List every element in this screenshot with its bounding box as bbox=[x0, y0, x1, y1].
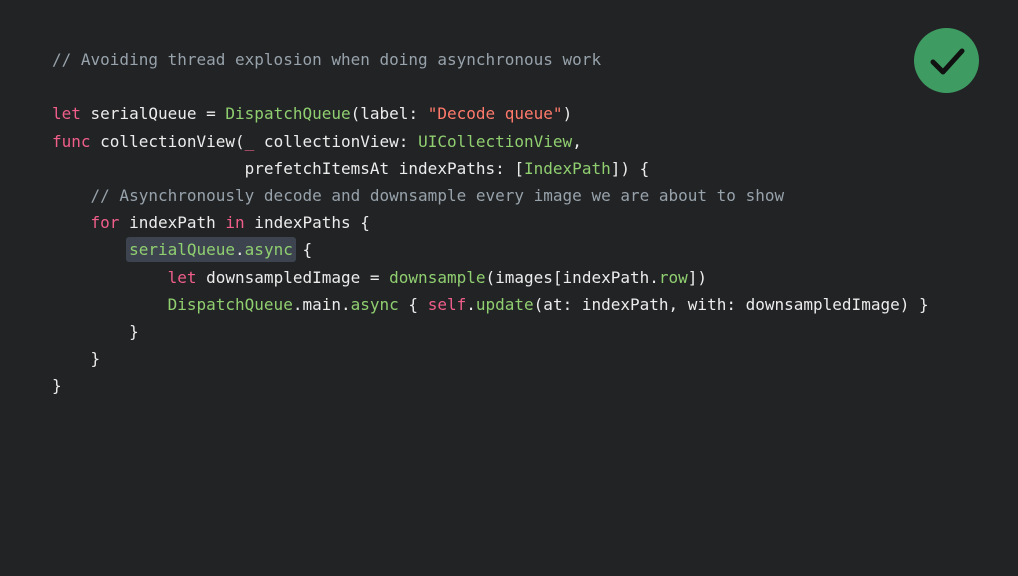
function-call: update bbox=[475, 294, 534, 314]
arguments: (at: indexPath, with: downsampledImage) … bbox=[533, 294, 929, 314]
dot: . bbox=[466, 294, 476, 314]
code-line-7: for indexPath in indexPaths { bbox=[52, 209, 929, 236]
queue-reference: serialQueue bbox=[129, 240, 236, 260]
code-line-12: } bbox=[52, 345, 929, 372]
highlighted-expression: serialQueue.async bbox=[129, 240, 293, 260]
code-line-11: } bbox=[52, 318, 929, 345]
code-line-13: } bbox=[52, 372, 929, 399]
code-line-3: let serialQueue = DispatchQueue(label: "… bbox=[52, 100, 929, 127]
close-paren: ) bbox=[562, 104, 573, 124]
method-async: async bbox=[244, 240, 293, 260]
main-property: .main. bbox=[292, 294, 351, 314]
keyword-in: in bbox=[225, 213, 245, 233]
keyword-self: self bbox=[427, 294, 467, 314]
close-brace: } bbox=[52, 376, 62, 396]
argument-label: (label: bbox=[350, 104, 428, 124]
keyword-func: func bbox=[52, 131, 91, 151]
property: row bbox=[658, 267, 688, 287]
code-line-8: serialQueue.async { bbox=[52, 236, 929, 263]
arguments: (images[indexPath. bbox=[485, 267, 659, 287]
keyword-let: let bbox=[167, 267, 197, 287]
variable-declaration: downsampledImage = bbox=[196, 267, 390, 287]
type-name: DispatchQueue bbox=[225, 104, 351, 124]
type-name: DispatchQueue bbox=[167, 294, 293, 314]
underscore-label: _ bbox=[244, 131, 255, 151]
code-line-5: prefetchItemsAt indexPaths: [IndexPath])… bbox=[52, 155, 929, 182]
code-line-9: let downsampledImage = downsample(images… bbox=[52, 264, 929, 291]
close-bracket: ]) { bbox=[610, 158, 650, 178]
parameter: collectionView: bbox=[254, 131, 419, 151]
code-line-6: // Asynchronously decode and downsample … bbox=[52, 182, 929, 209]
open-brace: { bbox=[292, 240, 313, 260]
close-brace: } bbox=[52, 321, 139, 341]
comment: // Asynchronously decode and downsample … bbox=[90, 185, 785, 205]
loop-collection: indexPaths { bbox=[244, 213, 370, 233]
function-call: downsample bbox=[389, 267, 486, 287]
keyword-let: let bbox=[52, 104, 81, 124]
type-name: UICollectionView bbox=[418, 131, 573, 151]
code-line-2-blank bbox=[52, 73, 929, 100]
variable-declaration: serialQueue = bbox=[80, 104, 226, 124]
parameter: prefetchItemsAt indexPaths: [ bbox=[244, 158, 525, 178]
comma: , bbox=[572, 131, 582, 151]
keyword-for: for bbox=[90, 213, 120, 233]
close-brace: } bbox=[52, 349, 101, 369]
code-block: // Avoiding thread explosion when doing … bbox=[52, 46, 929, 399]
string-literal: "Decode queue" bbox=[427, 104, 563, 124]
code-line-4: func collectionView(_ collectionView: UI… bbox=[52, 128, 929, 155]
close-bracket: ]) bbox=[687, 267, 708, 287]
comment: // Avoiding thread explosion when doing … bbox=[52, 50, 602, 69]
code-line-1: // Avoiding thread explosion when doing … bbox=[52, 46, 929, 73]
checkmark-icon bbox=[930, 48, 964, 74]
method-async: async bbox=[350, 294, 399, 314]
type-name: IndexPath bbox=[524, 158, 611, 178]
code-line-10: DispatchQueue.main.async { self.update(a… bbox=[52, 291, 929, 318]
open-brace: { bbox=[398, 294, 428, 314]
loop-variable: indexPath bbox=[119, 213, 226, 233]
function-name: collectionView( bbox=[90, 131, 245, 151]
dot: . bbox=[235, 240, 245, 260]
